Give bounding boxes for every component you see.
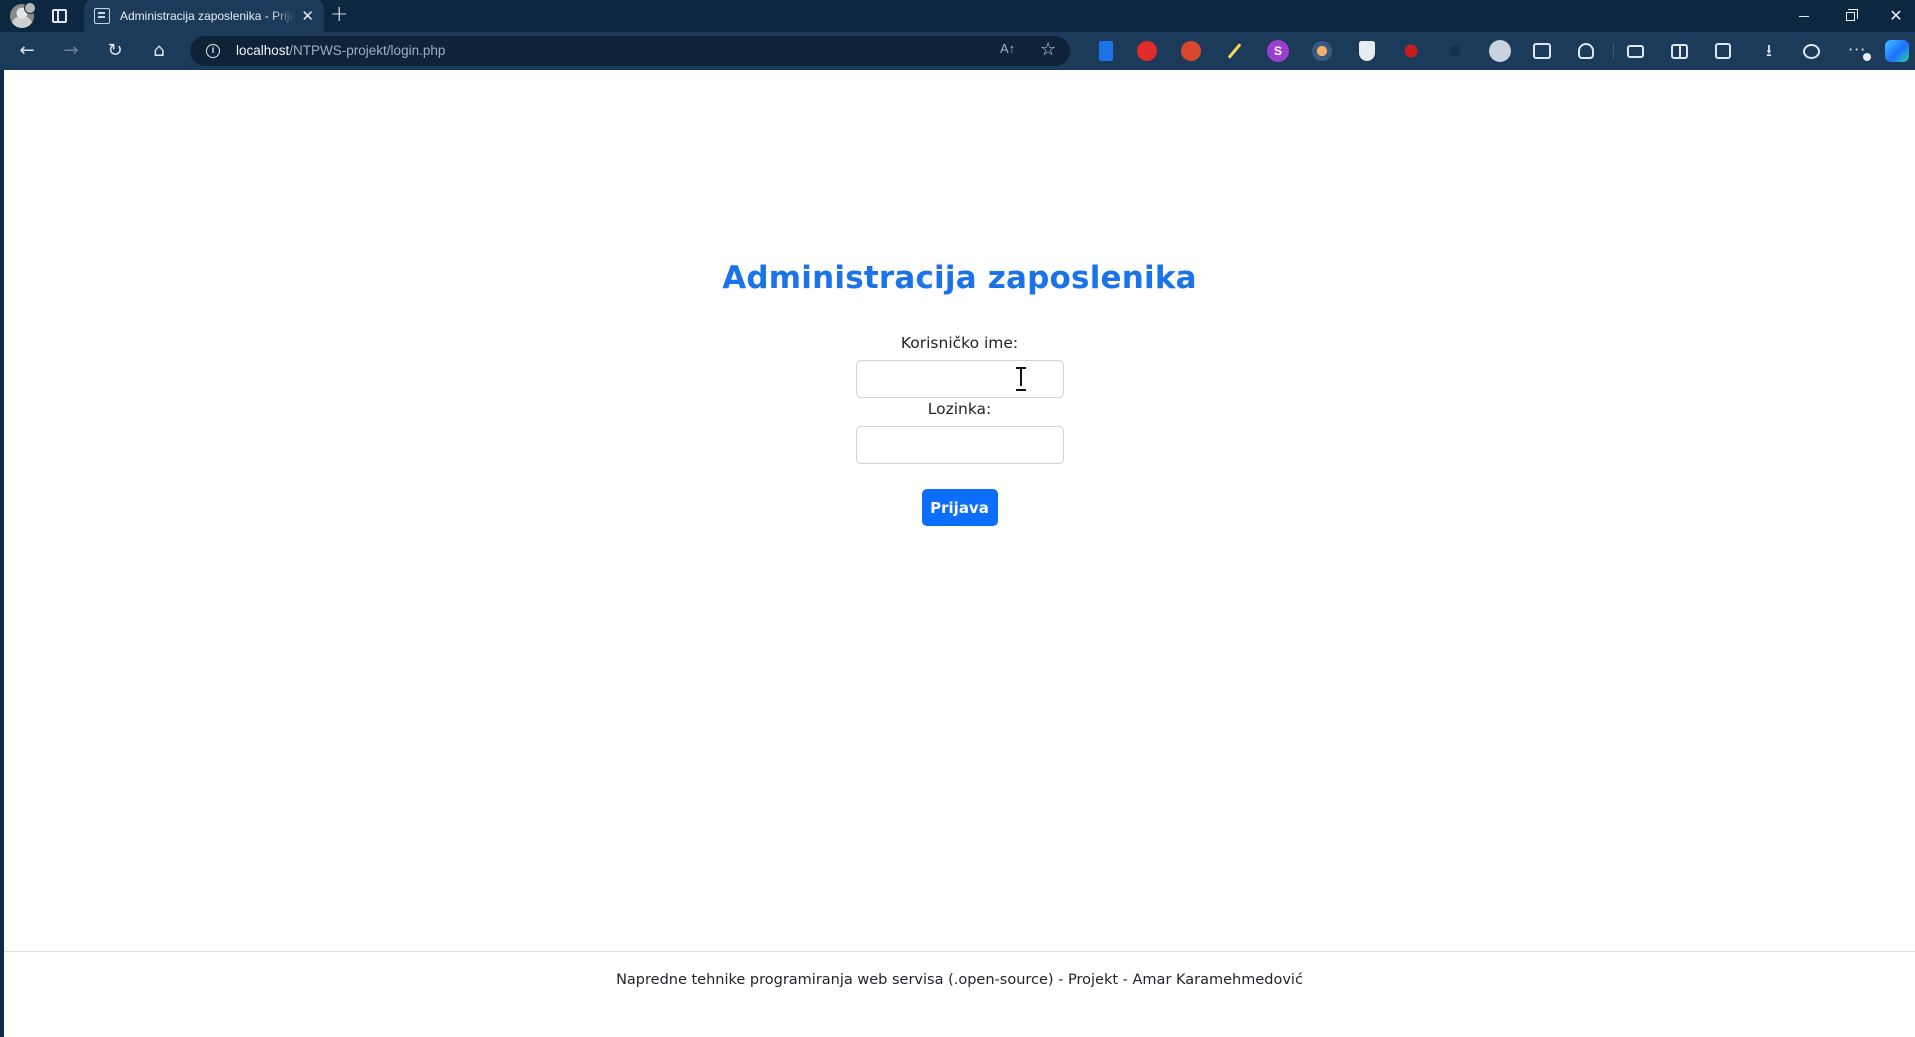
page-footer: Napredne tehnike programiranja web servi… [4,951,1915,1037]
password-input[interactable] [855,426,1064,464]
close-window-icon: ✕ [1889,6,1903,25]
extensions-icon[interactable] [1578,43,1594,59]
username-input[interactable] [855,360,1064,398]
close-window-button[interactable]: ✕ [1873,0,1915,32]
browser-toolbar: ← → ↻ ⌂ i localhost/NTPWS-projekt/login.… [0,32,1915,70]
footer-text: Napredne tehnike programiranja web servi… [616,972,1303,988]
site-info-icon[interactable]: i [206,44,220,58]
red-extension-icon[interactable] [1181,41,1201,61]
username-label: Korisničko ime: [900,334,1019,352]
purple-extension-icon[interactable]: S [1267,40,1289,62]
red-dot-extension-icon[interactable] [1401,41,1421,61]
trello-extension-icon[interactable] [1099,41,1113,61]
address-bar[interactable]: i localhost/NTPWS-projekt/login.php A↑ ☆ [190,36,1070,66]
url-text[interactable]: localhost/NTPWS-projekt/login.php [236,43,445,58]
close-tab-icon[interactable]: ✕ [301,8,314,24]
password-label: Lozinka: [927,400,992,418]
collections-icon[interactable] [1715,43,1731,59]
forward-icon[interactable]: → [59,39,83,63]
favorite-star-icon[interactable]: ☆ [1040,39,1056,60]
dark-extension-icon[interactable] [1445,41,1465,61]
url-path: /NTPWS-projekt/login.php [289,43,446,58]
back-icon[interactable]: ← [15,39,39,63]
settings-more-icon[interactable]: ··· [1848,41,1871,61]
url-host: localhost [236,43,290,58]
tab-active[interactable]: Administracija zaposlenika - Prijava ✕ [84,0,324,32]
browser-titlebar: Administracija zaposlenika - Prijava ✕ +… [0,0,1915,32]
page-title: Administracija zaposlenika [722,260,1197,296]
tab-actions-icon[interactable] [52,9,67,23]
login-form: Korisničko ime: Lozinka: Prijava [4,332,1915,526]
read-aloud-icon[interactable]: A↑ [1000,41,1015,56]
home-icon[interactable]: ⌂ [147,39,171,63]
split-screen-icon[interactable] [1671,44,1688,59]
shield-extension-icon[interactable] [1359,41,1375,61]
login-button[interactable]: Prijava [921,489,998,526]
minimize-window-button[interactable] [1781,0,1827,32]
browser-essentials-icon[interactable] [1803,44,1820,59]
page-viewport: Administracija zaposlenika Korisničko im… [4,70,1915,1037]
circle-extension-icon[interactable] [1489,40,1511,62]
new-tab-icon[interactable]: + [330,4,348,26]
reload-icon[interactable]: ↻ [103,39,127,63]
toolbar-divider [1613,43,1614,59]
tab-title: Administracija zaposlenika - Prijava [120,9,296,23]
minimize-icon [1799,15,1809,17]
cast-icon[interactable] [1627,45,1644,58]
restore-window-button[interactable] [1827,0,1873,32]
page-favicon-icon [94,8,110,24]
restore-icon [1845,8,1858,21]
color-picker-extension-icon[interactable] [1225,42,1243,60]
downloads-icon[interactable]: ⭳ [1759,41,1779,61]
owl-extension-icon[interactable] [1312,41,1332,61]
adblock-extension-icon[interactable] [1137,41,1157,61]
screenshot-icon[interactable] [1533,43,1551,59]
copilot-icon[interactable] [1885,40,1909,62]
profile-avatar-icon[interactable] [10,2,36,28]
